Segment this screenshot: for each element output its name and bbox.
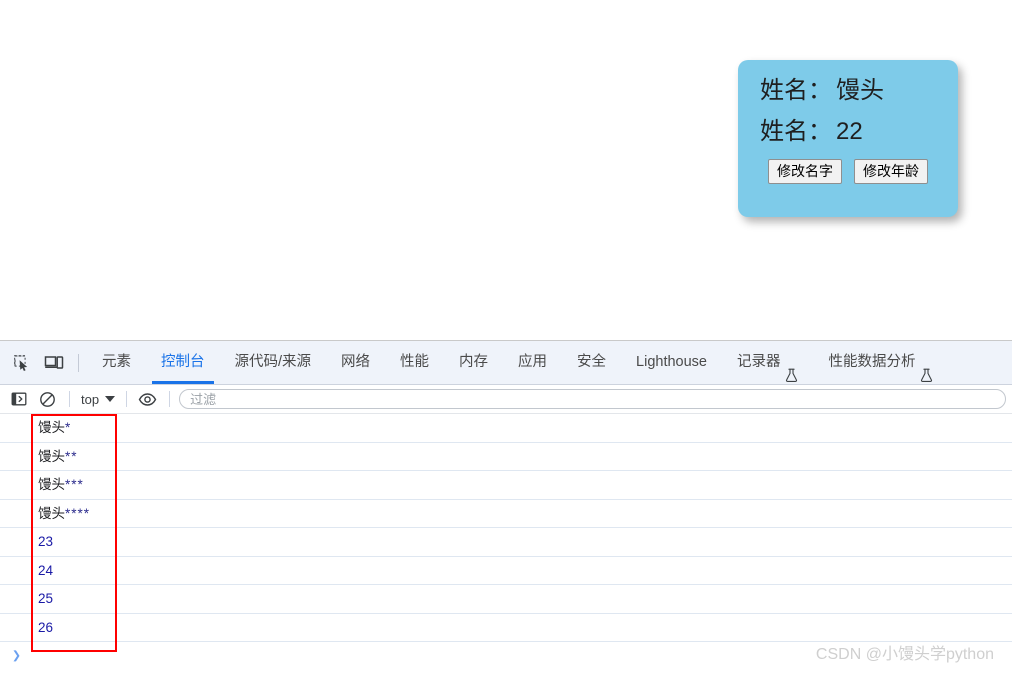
- tab-label: 安全: [577, 354, 607, 370]
- console-message-row[interactable]: 馒头**: [0, 443, 1012, 471]
- tab-label: 内存: [459, 354, 489, 370]
- card-age-value: 22: [836, 117, 863, 145]
- tab-label: 性能: [400, 354, 430, 370]
- chevron-down-icon: [105, 396, 116, 402]
- console-message-stars: *: [65, 420, 72, 435]
- console-message-row[interactable]: 馒头****: [0, 500, 1012, 528]
- toolbar-divider: [126, 391, 128, 407]
- console-sidebar-toggle-button[interactable]: [6, 387, 32, 411]
- console-message-row[interactable]: 24: [0, 557, 1012, 585]
- console-message-text: 馒头: [38, 505, 65, 521]
- console-message-stars: **: [65, 448, 78, 464]
- experiment-flask-icon: [785, 357, 798, 382]
- console-message-text: 馒头: [38, 477, 65, 492]
- console-context-selector[interactable]: top: [77, 390, 119, 409]
- tab-network[interactable]: 网络: [326, 341, 385, 384]
- watermark-text: CSDN @小馒头学python: [815, 646, 994, 663]
- console-message-row[interactable]: 馒头***: [0, 471, 1012, 500]
- tab-label: 元素: [102, 354, 131, 370]
- tab-label: 应用: [518, 354, 548, 370]
- console-message-text: 24: [38, 562, 54, 578]
- prompt-caret-icon: ❯: [12, 646, 22, 664]
- card-name-row: 姓名： 馒头: [760, 74, 958, 109]
- tab-sources[interactable]: 源代码/来源: [220, 341, 327, 384]
- clear-console-button[interactable]: [34, 387, 60, 411]
- card-age-row: 姓名： 22: [760, 115, 958, 150]
- tab-recorder[interactable]: 记录器: [722, 341, 814, 384]
- console-message-text: 馒头: [38, 448, 65, 464]
- console-message-text: 馒头: [38, 420, 65, 435]
- console-message-stars: ***: [65, 477, 84, 492]
- sidebar-toggle-icon: [11, 392, 27, 406]
- inspect-element-icon: [14, 354, 28, 371]
- card-name-label: 姓名：: [760, 77, 832, 104]
- inspect-element-button[interactable]: [7, 349, 37, 377]
- tab-elements[interactable]: 元素: [87, 341, 146, 384]
- tab-lighthouse[interactable]: Lighthouse: [621, 341, 722, 384]
- tab-label: 网络: [341, 354, 371, 370]
- tab-application[interactable]: 应用: [503, 341, 562, 384]
- console-message-row[interactable]: 25: [0, 585, 1012, 614]
- tab-label: Lighthouse: [636, 354, 707, 370]
- clear-console-icon: [39, 391, 55, 407]
- console-message-list[interactable]: 馒头* 馒头** 馒头*** 馒头**** 23 24 25 26 ❯: [0, 414, 1012, 674]
- console-message-text: 23: [38, 534, 54, 549]
- console-message-stars: ****: [65, 505, 91, 521]
- device-toolbar-icon: [44, 355, 64, 369]
- device-toolbar-button[interactable]: [39, 349, 69, 377]
- change-age-button[interactable]: 修改年龄: [854, 158, 928, 185]
- tab-label: 记录器: [736, 354, 781, 370]
- tabbar-divider: [78, 353, 79, 372]
- card-button-group: 修改名字 修改年龄: [738, 158, 958, 185]
- card-name-value: 馒头: [836, 77, 884, 104]
- console-message-text: 26: [38, 619, 54, 635]
- tab-label: 性能数据分析: [828, 354, 916, 370]
- console-message-row[interactable]: 23: [0, 528, 1012, 557]
- context-selector-label: top: [81, 391, 100, 407]
- tab-label: 源代码/来源: [234, 354, 312, 370]
- web-page-viewport: 姓名： 馒头 姓名： 22 修改名字 修改年龄: [0, 0, 1012, 340]
- card-age-label: 姓名：: [760, 117, 832, 145]
- toolbar-divider: [169, 391, 171, 407]
- tab-label: 控制台: [161, 354, 205, 370]
- eye-icon: [138, 392, 156, 406]
- devtools-tabbar: 元素 控制台 源代码/来源 网络 性能 内存 应用 安全 Lighthouse …: [0, 341, 1012, 385]
- person-info-card: 姓名： 馒头 姓名： 22 修改名字 修改年龄: [738, 60, 958, 217]
- tab-memory[interactable]: 内存: [444, 341, 503, 384]
- experiment-flask-icon: [920, 357, 933, 382]
- console-message-text: 25: [38, 591, 54, 606]
- console-message-row[interactable]: 馒头*: [0, 414, 1012, 443]
- tab-performance[interactable]: 性能: [385, 341, 444, 384]
- live-expression-button[interactable]: [134, 387, 160, 411]
- change-name-button[interactable]: 修改名字: [768, 158, 842, 185]
- devtools-panel: 元素 控制台 源代码/来源 网络 性能 内存 应用 安全 Lighthouse …: [0, 340, 1012, 674]
- console-message-row[interactable]: 26: [0, 614, 1012, 642]
- tab-console[interactable]: 控制台: [146, 341, 220, 384]
- tab-performance-insights[interactable]: 性能数据分析: [813, 341, 948, 384]
- console-toolbar: top: [0, 385, 1012, 414]
- console-filter-input[interactable]: [179, 389, 1006, 409]
- tab-security[interactable]: 安全: [562, 341, 621, 384]
- toolbar-divider: [69, 391, 70, 407]
